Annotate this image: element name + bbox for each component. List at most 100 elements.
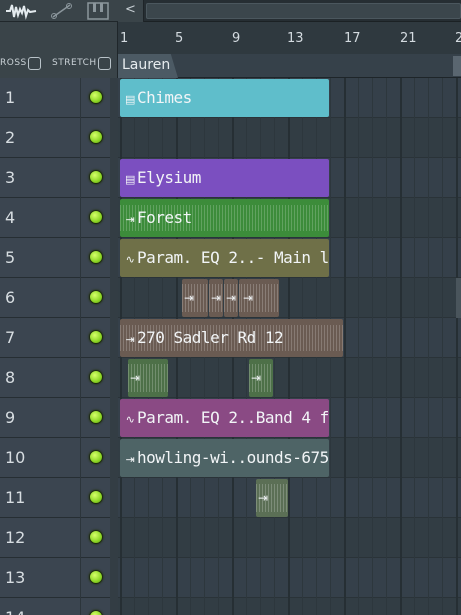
stretch-checkbox[interactable]	[98, 57, 111, 70]
track-header[interactable]: 13	[0, 558, 118, 598]
clip-param-eq-main-level[interactable]: ∿Param. EQ 2..- Main level	[120, 239, 329, 277]
marker-end[interactable]	[453, 56, 461, 76]
track-enable-led[interactable]	[89, 570, 103, 584]
track-enable-led[interactable]	[89, 370, 103, 384]
track-enable-led[interactable]	[89, 330, 103, 344]
grid-line	[358, 78, 359, 615]
playlist-grid[interactable]: ▤ Chimes ▤ Elysium ⇥ Forest ∿ Param. EQ 2..-…	[118, 78, 461, 615]
track-number: 13	[5, 568, 26, 587]
track-grip[interactable]	[110, 278, 118, 318]
track-enable-led[interactable]	[89, 490, 103, 504]
track-header[interactable]: 7	[0, 318, 118, 358]
clip-sadler-slice[interactable]: ⇥	[224, 279, 238, 317]
divider	[80, 278, 81, 318]
grid-line	[456, 78, 458, 615]
grid-line	[428, 78, 429, 615]
track-enable-led[interactable]	[89, 250, 103, 264]
clip-edge[interactable]	[456, 278, 461, 318]
track-number: 8	[5, 368, 16, 387]
clip-forest-slice[interactable]: ⇥	[249, 359, 273, 397]
marker-bar[interactable]: Lauren	[118, 54, 461, 78]
track-enable-led[interactable]	[89, 210, 103, 224]
track-number: 1	[5, 88, 16, 107]
grid-line	[442, 78, 443, 615]
timeline-ruler[interactable]: 1 5 9 13 17 21 2	[118, 22, 461, 54]
clip-wind-slice[interactable]: ⇥	[256, 479, 288, 517]
track-header[interactable]: 2	[0, 118, 118, 158]
track-header[interactable]: 8	[0, 358, 118, 398]
cross-label: ROSS	[0, 58, 27, 68]
track-enable-led[interactable]	[89, 530, 103, 544]
track-grip[interactable]	[110, 518, 118, 558]
track-number: 11	[5, 488, 26, 507]
track-grip[interactable]	[110, 598, 118, 615]
scroll-thumb[interactable]	[146, 3, 461, 19]
track-grip[interactable]	[110, 558, 118, 598]
clip-forest-slice[interactable]: ⇥	[128, 359, 168, 397]
track-enable-led[interactable]	[89, 170, 103, 184]
track-number: 10	[5, 448, 26, 467]
track-header[interactable]: 9	[0, 398, 118, 438]
grid-line	[386, 78, 387, 615]
track-number: 9	[5, 408, 16, 427]
track-header[interactable]: 6	[0, 278, 118, 318]
clip-elysium[interactable]: ▤ Elysium	[120, 159, 329, 197]
clip-chimes[interactable]: ▤ Chimes	[120, 79, 329, 117]
waveform-icon[interactable]	[4, 2, 38, 20]
track-number: 2	[5, 128, 16, 147]
audio-clip-icon: ⇥	[184, 291, 195, 305]
track-header[interactable]: 5	[0, 238, 118, 278]
track-header[interactable]: 10	[0, 438, 118, 478]
track-grip[interactable]	[110, 78, 118, 118]
track-header[interactable]: 3	[0, 158, 118, 198]
piano-icon[interactable]	[86, 2, 110, 20]
track-grip[interactable]	[110, 198, 118, 238]
clip-sadler-slice[interactable]: ⇥	[241, 279, 279, 317]
time-marker[interactable]: Lauren	[118, 54, 178, 78]
track-enable-led[interactable]	[89, 130, 103, 144]
track-enable-led[interactable]	[89, 610, 103, 615]
divider	[80, 238, 81, 278]
track-list: 1 2 3 4 5 6 7 8 9 10 11 12 13 14	[0, 78, 118, 615]
cross-checkbox[interactable]	[28, 57, 41, 70]
track-grip[interactable]	[110, 118, 118, 158]
track-header[interactable]: 14	[0, 598, 118, 615]
ruler-tick: 1	[120, 31, 129, 46]
curve-tool-icon[interactable]	[50, 2, 74, 20]
clip-forest[interactable]: ⇥ Forest	[120, 199, 329, 237]
track-header[interactable]: 11	[0, 478, 118, 518]
clip-sadler-slice[interactable]: ⇥	[182, 279, 208, 317]
track-enable-led[interactable]	[89, 450, 103, 464]
track-header[interactable]: 1	[0, 78, 118, 118]
divider	[80, 198, 81, 238]
automation-icon: ∿	[125, 413, 135, 426]
track-enable-led[interactable]	[89, 290, 103, 304]
scroll-left-button[interactable]: <	[118, 0, 144, 22]
audio-clip-icon: ⇥	[226, 291, 237, 305]
track-grip[interactable]	[110, 438, 118, 478]
clip-sadler-slice[interactable]: ⇥	[209, 279, 223, 317]
track-grip[interactable]	[110, 398, 118, 438]
track-enable-led[interactable]	[89, 410, 103, 424]
track-header[interactable]: 4	[0, 198, 118, 238]
clip-howling-wind[interactable]: ⇥ howling-wi..ounds-6756	[120, 439, 329, 477]
audio-clip-icon: ⇥	[243, 291, 254, 305]
clip-270-sadler-rd[interactable]: ⇥ 270 Sadler Rd 12	[120, 319, 343, 357]
clip-param-eq-band4-freq[interactable]: ∿Param. EQ 2..Band 4 freq	[120, 399, 329, 437]
track-header[interactable]: 12	[0, 518, 118, 558]
ruler-tick: 2	[455, 31, 461, 46]
track-grip[interactable]	[110, 358, 118, 398]
track-grip[interactable]	[110, 158, 118, 198]
track-grip[interactable]	[110, 478, 118, 518]
track-grip[interactable]	[110, 318, 118, 358]
track-enable-led[interactable]	[89, 90, 103, 104]
horizontal-scrollbar[interactable]: <	[118, 0, 461, 22]
grid-line	[400, 78, 402, 615]
piano-roll-icon: ▤	[125, 93, 135, 106]
audio-clip-icon: ⇥	[251, 371, 262, 385]
track-number: 7	[5, 328, 16, 347]
clip-label: Param. EQ 2..- Main level	[137, 248, 329, 267]
track-grip[interactable]	[110, 238, 118, 278]
track-number: 12	[5, 528, 26, 547]
divider	[80, 438, 81, 478]
